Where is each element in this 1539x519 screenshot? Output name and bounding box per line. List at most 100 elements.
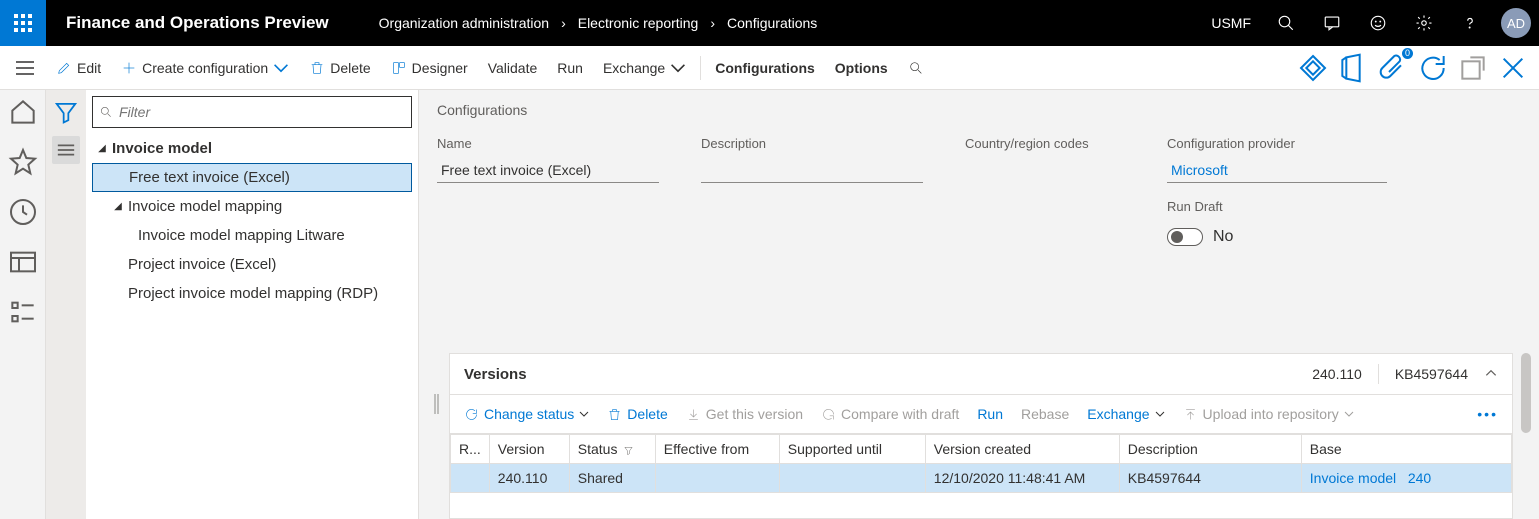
- splitter-handle[interactable]: [433, 390, 441, 418]
- close-button[interactable]: [1497, 52, 1529, 84]
- detail-fields: Name Free text invoice (Excel) Descripti…: [437, 136, 1525, 246]
- nav-modules[interactable]: [7, 296, 39, 328]
- breadcrumb-item[interactable]: Configurations: [727, 15, 817, 31]
- col-header[interactable]: Status: [569, 435, 655, 464]
- refresh-button[interactable]: [1417, 52, 1449, 84]
- star-icon: [7, 146, 39, 178]
- chevron-right-icon: ›: [710, 15, 715, 31]
- validate-button[interactable]: Validate: [478, 46, 548, 90]
- version-run-button[interactable]: Run: [977, 406, 1003, 422]
- nav-toggle-button[interactable]: [4, 61, 46, 75]
- action-label: Edit: [77, 60, 101, 76]
- tree-node-root[interactable]: ◢ Invoice model: [92, 134, 412, 163]
- list-toggle[interactable]: [52, 136, 80, 164]
- field-country: Country/region codes: [965, 136, 1125, 246]
- action-label: Delete: [330, 60, 370, 76]
- col-header[interactable]: Version created: [925, 435, 1119, 464]
- field-label: Configuration provider: [1167, 136, 1387, 151]
- messages-button[interactable]: [1309, 0, 1355, 46]
- nav-workspaces[interactable]: [7, 246, 39, 278]
- change-status-button[interactable]: Change status: [464, 406, 589, 422]
- base-link[interactable]: Invoice model: [1310, 470, 1396, 486]
- delete-button[interactable]: Delete: [299, 46, 380, 90]
- user-avatar[interactable]: AD: [1501, 8, 1531, 38]
- tree-node[interactable]: ◢ Invoice model mapping: [92, 192, 412, 221]
- open-in-new-button[interactable]: [1337, 52, 1369, 84]
- app-launcher-button[interactable]: [0, 0, 46, 46]
- search-icon: [99, 105, 113, 119]
- tree-node[interactable]: Invoice model mapping Litware: [92, 221, 412, 250]
- sidebar: ◢ Invoice model Free text invoice (Excel…: [86, 90, 419, 519]
- plus-icon: [121, 60, 137, 76]
- options-tab[interactable]: Options: [825, 46, 898, 90]
- more-actions-button[interactable]: •••: [1477, 406, 1498, 422]
- run-button[interactable]: Run: [547, 46, 593, 90]
- filter-box[interactable]: [92, 96, 412, 128]
- badge-count: 0: [1402, 48, 1413, 59]
- cell: Invoice model 240: [1301, 464, 1511, 493]
- attachments-button[interactable]: 0: [1377, 52, 1409, 84]
- field-value[interactable]: [701, 157, 923, 183]
- find-button[interactable]: [898, 46, 934, 90]
- nav-recent[interactable]: [7, 196, 39, 228]
- collapse-icon[interactable]: ◢: [96, 143, 108, 154]
- nav-favorites[interactable]: [7, 146, 39, 178]
- breadcrumb-item[interactable]: Electronic reporting: [578, 15, 699, 31]
- cell: [451, 464, 490, 493]
- collapse-icon[interactable]: ◢: [112, 201, 124, 212]
- tree-label: Invoice model mapping: [128, 198, 282, 215]
- edit-button[interactable]: Edit: [46, 46, 111, 90]
- col-header[interactable]: Supported until: [779, 435, 925, 464]
- configurations-tab[interactable]: Configurations: [705, 46, 825, 90]
- field-label: Run Draft: [1167, 199, 1387, 214]
- base-version-link[interactable]: 240: [1408, 470, 1431, 486]
- field-value[interactable]: Free text invoice (Excel): [437, 157, 659, 183]
- cycle-icon: [464, 407, 479, 422]
- user-params-button[interactable]: [1297, 52, 1329, 84]
- col-header[interactable]: Base: [1301, 435, 1511, 464]
- tree-node[interactable]: Free text invoice (Excel): [92, 163, 412, 192]
- breadcrumb-item[interactable]: Organization administration: [379, 15, 549, 31]
- settings-button[interactable]: [1401, 0, 1447, 46]
- refresh-icon: [1417, 52, 1449, 84]
- company-selector[interactable]: USMF: [1199, 15, 1263, 31]
- filter-toggle[interactable]: [52, 98, 80, 126]
- chevron-up-icon: [1484, 366, 1498, 380]
- compare-draft-button[interactable]: Compare with draft: [821, 406, 959, 422]
- tree-node[interactable]: Project invoice (Excel): [92, 250, 412, 279]
- upload-repo-button[interactable]: Upload into repository: [1183, 406, 1354, 422]
- designer-button[interactable]: Designer: [381, 46, 478, 90]
- compare-icon: [821, 407, 836, 422]
- exchange-menu[interactable]: Exchange: [593, 46, 696, 90]
- tree-node[interactable]: Project invoice model mapping (RDP): [92, 279, 412, 308]
- designer-icon: [391, 60, 407, 76]
- configuration-tree: ◢ Invoice model Free text invoice (Excel…: [92, 134, 412, 308]
- table-row[interactable]: 240.110 Shared 12/10/2020 11:48:41 AM KB…: [451, 464, 1512, 493]
- col-header[interactable]: Description: [1119, 435, 1301, 464]
- col-header[interactable]: R...: [451, 435, 490, 464]
- help-button[interactable]: [1447, 0, 1493, 46]
- toggle-value: No: [1213, 228, 1233, 246]
- collapse-button[interactable]: [1484, 366, 1498, 383]
- separator: [1378, 364, 1379, 384]
- col-header[interactable]: Version: [489, 435, 569, 464]
- run-draft-toggle[interactable]: [1167, 228, 1203, 246]
- smiley-icon: [1369, 14, 1387, 32]
- search-button[interactable]: [1263, 0, 1309, 46]
- rebase-button[interactable]: Rebase: [1021, 406, 1069, 422]
- get-version-button[interactable]: Get this version: [686, 406, 803, 422]
- field-label: Description: [701, 136, 923, 151]
- nav-home[interactable]: [7, 96, 39, 128]
- upload-icon: [1183, 407, 1198, 422]
- feedback-button[interactable]: [1355, 0, 1401, 46]
- version-exchange-menu[interactable]: Exchange: [1087, 406, 1164, 422]
- scrollbar-thumb[interactable]: [1521, 353, 1531, 433]
- popout-button[interactable]: [1457, 52, 1489, 84]
- create-configuration-button[interactable]: Create configuration: [111, 46, 299, 90]
- scrollbar[interactable]: [1521, 353, 1531, 519]
- col-header[interactable]: Effective from: [655, 435, 779, 464]
- field-value-link[interactable]: Microsoft: [1167, 157, 1387, 183]
- version-delete-button[interactable]: Delete: [607, 406, 667, 422]
- search-icon: [908, 60, 924, 76]
- filter-input[interactable]: [119, 104, 405, 120]
